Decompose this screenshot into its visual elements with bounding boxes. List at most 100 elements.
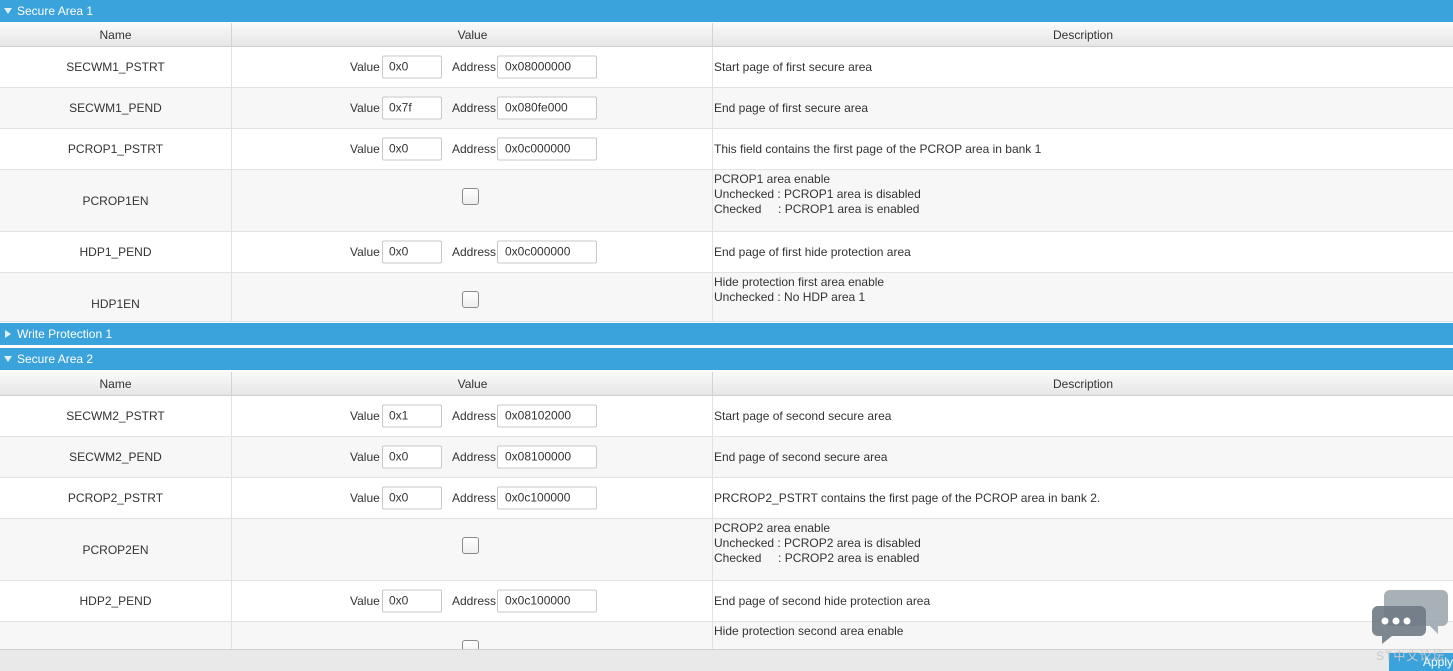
column-header-description[interactable]: Description xyxy=(713,372,1453,396)
row-value-cell xyxy=(233,519,713,580)
value-input[interactable]: 0x0 xyxy=(382,486,442,510)
column-header-name[interactable]: Name xyxy=(0,372,232,396)
address-input[interactable]: 0x0c000000 xyxy=(497,137,597,161)
table-row: SECWM1_PSTRT Value 0x0 Address 0x0800000… xyxy=(0,47,1453,88)
value-label: Value xyxy=(350,101,380,115)
row-description: This field contains the first page of th… xyxy=(714,142,1042,156)
address-label: Address xyxy=(452,409,497,423)
triangle-right-icon[interactable] xyxy=(3,323,13,345)
row-value-cell xyxy=(233,170,713,231)
row-value-cell xyxy=(233,622,713,649)
table-row: SECWM2_PSTRT Value 0x1 Address 0x0810200… xyxy=(0,396,1453,437)
description-line: Checked : PCROP2 area is enabled xyxy=(714,551,920,565)
column-header-value[interactable]: Value xyxy=(233,372,713,396)
column-header-description[interactable]: Description xyxy=(713,23,1453,47)
chat-bubbles-icon[interactable] xyxy=(1372,588,1448,646)
row-description: End page of second hide protection area xyxy=(714,594,931,608)
description-line: Hide protection second area enable xyxy=(714,624,904,638)
section-header-secure-area-2[interactable]: Secure Area 2 xyxy=(0,348,1453,370)
section-header-write-protection-1[interactable]: Write Protection 1 xyxy=(0,323,1453,345)
triangle-down-icon[interactable] xyxy=(3,348,13,370)
row-name: SECWM1_PSTRT xyxy=(0,47,232,87)
address-input[interactable]: 0x08100000 xyxy=(497,445,597,469)
row-value-cell: Value 0x0 Address 0x08100000 xyxy=(233,437,713,477)
description-line: Checked : PCROP1 area is enabled xyxy=(714,202,920,216)
address-input[interactable]: 0x0c100000 xyxy=(497,486,597,510)
triangle-down-icon[interactable] xyxy=(3,0,13,22)
description-line: Unchecked : PCROP1 area is disabled xyxy=(714,187,921,201)
column-header-row: Name Value Description xyxy=(0,372,1453,396)
row-name: PCROP2_PSTRT xyxy=(0,478,232,518)
address-input[interactable]: 0x0c000000 xyxy=(497,240,597,264)
column-header-row: Name Value Description xyxy=(0,23,1453,47)
row-name: PCROP1EN xyxy=(0,170,232,231)
address-label: Address xyxy=(452,450,497,464)
table-row: PCROP1EN PCROP1 area enable Unchecked : … xyxy=(0,170,1453,232)
value-label: Value xyxy=(350,60,380,74)
table-row: PCROP1_PSTRT Value 0x0 Address 0x0c00000… xyxy=(0,129,1453,170)
address-input[interactable]: 0x08000000 xyxy=(497,55,597,79)
value-label: Value xyxy=(350,450,380,464)
value-label: Value xyxy=(350,409,380,423)
row-name xyxy=(0,622,232,649)
section-title: Secure Area 1 xyxy=(17,4,94,18)
pcrop2en-checkbox[interactable] xyxy=(462,537,479,554)
table-row: HDP1_PEND Value 0x0 Address 0x0c000000 E… xyxy=(0,232,1453,273)
section-header-secure-area-1[interactable]: Secure Area 1 xyxy=(0,0,1453,22)
address-label: Address xyxy=(452,142,497,156)
hdp2en-checkbox[interactable] xyxy=(462,640,479,649)
row-description: End page of first secure area xyxy=(714,101,869,115)
value-input[interactable]: 0x0 xyxy=(382,445,442,469)
table-row: SECWM1_PEND Value 0x7f Address 0x080fe00… xyxy=(0,88,1453,129)
address-label: Address xyxy=(452,491,497,505)
row-value-cell: Value 0x1 Address 0x08102000 xyxy=(233,396,713,436)
address-label: Address xyxy=(452,245,497,259)
address-label: Address xyxy=(452,594,497,608)
description-line: PCROP1 area enable xyxy=(714,172,831,186)
table-row: SECWM2_PEND Value 0x0 Address 0x08100000… xyxy=(0,437,1453,478)
address-label: Address xyxy=(452,60,497,74)
row-description: PRCROP2_PSTRT contains the first page of… xyxy=(714,491,1101,505)
column-header-name[interactable]: Name xyxy=(0,23,232,47)
table-row: Hide protection second area enable xyxy=(0,622,1453,649)
column-header-value[interactable]: Value xyxy=(233,23,713,47)
row-name: PCROP2EN xyxy=(0,519,232,580)
row-description: PCROP1 area enable Unchecked : PCROP1 ar… xyxy=(714,170,1453,231)
address-input[interactable]: 0x08102000 xyxy=(497,404,597,428)
value-input[interactable]: 0x0 xyxy=(382,240,442,264)
table-row: PCROP2_PSTRT Value 0x0 Address 0x0c10000… xyxy=(0,478,1453,519)
description-line: Unchecked : No HDP area 1 xyxy=(714,290,866,304)
row-value-cell: Value 0x0 Address 0x08000000 xyxy=(233,47,713,87)
value-input[interactable]: 0x1 xyxy=(382,404,442,428)
address-input[interactable]: 0x0c100000 xyxy=(497,589,597,613)
address-input[interactable]: 0x080fe000 xyxy=(497,96,597,120)
row-name: SECWM2_PSTRT xyxy=(0,396,232,436)
table-row: PCROP2EN PCROP2 area enable Unchecked : … xyxy=(0,519,1453,581)
table-row: HDP2_PEND Value 0x0 Address 0x0c100000 E… xyxy=(0,581,1453,622)
row-value-cell: Value 0x0 Address 0x0c100000 xyxy=(233,581,713,621)
forum-watermark: ST中文论坛 xyxy=(1376,649,1446,663)
value-label: Value xyxy=(350,491,380,505)
description-line: Unchecked : PCROP2 area is disabled xyxy=(714,536,921,550)
value-label: Value xyxy=(350,142,380,156)
row-name: HDP2_PEND xyxy=(0,581,232,621)
value-input[interactable]: 0x7f xyxy=(382,96,442,120)
row-name: HDP1_PEND xyxy=(0,232,232,272)
value-input[interactable]: 0x0 xyxy=(382,137,442,161)
value-input[interactable]: 0x0 xyxy=(382,55,442,79)
row-value-cell: Value 0x0 Address 0x0c000000 xyxy=(233,129,713,169)
row-name: SECWM2_PEND xyxy=(0,437,232,477)
value-input[interactable]: 0x0 xyxy=(382,589,442,613)
hdp1en-checkbox[interactable] xyxy=(462,291,479,308)
row-name: PCROP1_PSTRT xyxy=(0,129,232,169)
address-label: Address xyxy=(452,101,497,115)
row-description: Hide protection first area enable Unchec… xyxy=(714,273,1453,321)
description-line: Hide protection first area enable xyxy=(714,275,885,289)
section-title: Write Protection 1 xyxy=(17,327,113,341)
row-description: PCROP2 area enable Unchecked : PCROP2 ar… xyxy=(714,519,1453,580)
value-label: Value xyxy=(350,594,380,608)
row-description: End page of first hide protection area xyxy=(714,245,911,259)
row-value-cell: Value 0x0 Address 0x0c000000 xyxy=(233,232,713,272)
row-value-cell: Value 0x0 Address 0x0c100000 xyxy=(233,478,713,518)
pcrop1en-checkbox[interactable] xyxy=(462,188,479,205)
